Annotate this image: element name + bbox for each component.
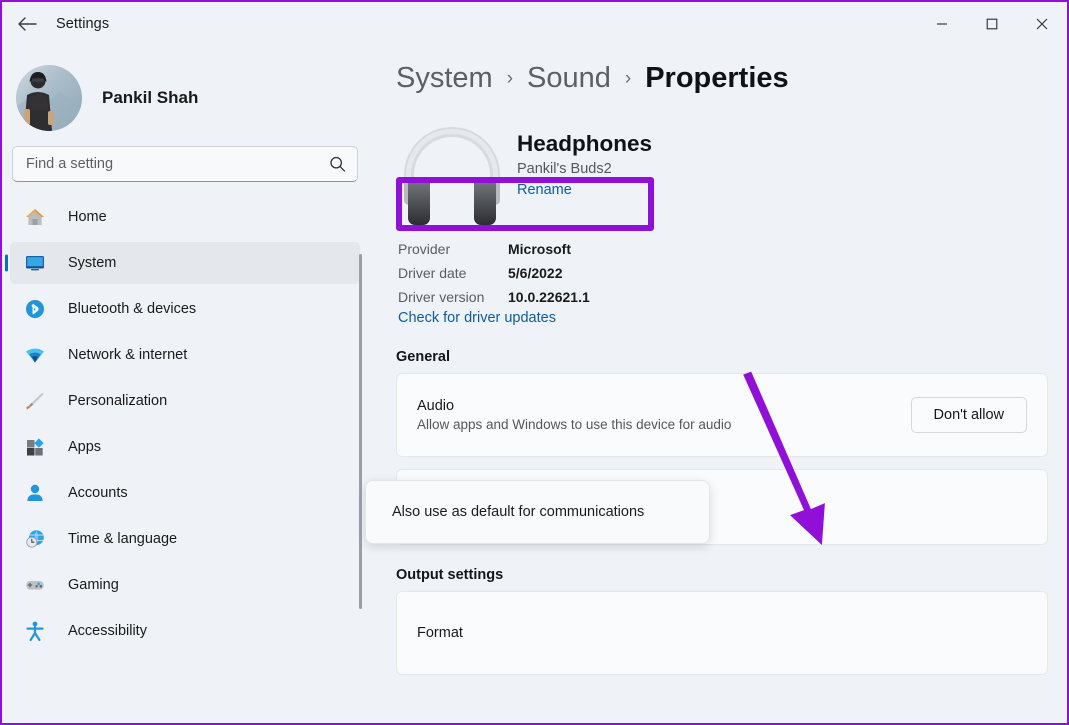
driver-row: Provider Microsoft [398,237,1069,261]
apps-icon [22,435,48,459]
profile-section[interactable]: Pankil Shah [2,46,368,136]
network-icon [22,343,48,367]
sidebar-scrollbar[interactable] [359,254,362,609]
sidebar-item-label: Gaming [68,577,119,593]
avatar [16,65,82,131]
settings-window: Settings [0,0,1069,725]
rename-link[interactable]: Rename [517,182,572,198]
sidebar-item-label: Home [68,209,107,225]
communications-tooltip: Also use as default for communications [365,480,710,544]
sidebar-item-gaming[interactable]: Gaming [10,564,360,606]
title-bar: Settings [2,2,1067,46]
device-subtitle: Pankil's Buds2 [517,161,652,177]
driver-value: Microsoft [508,241,571,257]
sidebar-item-label: Bluetooth & devices [68,301,196,317]
check-driver-updates-link[interactable]: Check for driver updates [398,310,556,326]
sidebar-item-personalization[interactable]: Personalization [10,380,360,422]
breadcrumb: System › Sound › Properties [368,46,1069,95]
driver-row: Driver date 5/6/2022 [398,261,1069,285]
page-title: Properties [645,62,788,95]
audio-card: Audio Allow apps and Windows to use this… [396,373,1048,457]
sidebar-item-accessibility[interactable]: Accessibility [10,610,360,652]
tooltip-text: Also use as default for communications [392,504,644,520]
app-title: Settings [56,16,109,32]
device-summary: Headphones Pankil's Buds2 Rename [368,95,1069,229]
sidebar-item-label: Network & internet [68,347,187,363]
window-controls [917,2,1067,46]
back-button[interactable] [8,9,46,39]
dont-allow-button[interactable]: Don't allow [911,397,1027,433]
sidebar-item-network-internet[interactable]: Network & internet [10,334,360,376]
close-button[interactable] [1017,2,1067,46]
gamepad-icon [22,573,48,597]
sidebar-item-label: Apps [68,439,101,455]
driver-value: 5/6/2022 [508,265,563,281]
breadcrumb-system[interactable]: System [396,62,493,95]
device-meta: Headphones Pankil's Buds2 Rename [517,121,652,229]
format-card: Format [396,591,1048,675]
system-icon [22,251,48,275]
device-name: Headphones [517,131,652,157]
audio-subtitle: Allow apps and Windows to use this devic… [417,417,911,432]
search-input[interactable] [13,156,357,172]
driver-key: Driver version [398,289,508,305]
audio-card-text: Audio Allow apps and Windows to use this… [417,398,911,432]
bluetooth-icon [22,297,48,321]
sidebar: Pankil Shah [2,46,368,725]
driver-key: Provider [398,241,508,257]
account-icon [22,481,48,505]
sidebar-item-label: Accounts [68,485,128,501]
sidebar-item-label: Accessibility [68,623,147,639]
maximize-button[interactable] [967,2,1017,46]
format-card-text: Format [417,625,1027,641]
driver-key: Driver date [398,265,508,281]
sidebar-item-home[interactable]: Home [10,196,360,238]
sidebar-item-system[interactable]: System [10,242,360,284]
format-title: Format [417,625,1027,641]
sidebar-item-time-language[interactable]: Time & language [10,518,360,560]
main-content: System › Sound › Properties [368,46,1069,725]
sidebar-nav: Home System [2,196,368,725]
breadcrumb-separator-icon: › [625,68,631,90]
search-section [2,136,368,182]
accessibility-icon [22,619,48,643]
driver-value: 10.0.22621.1 [508,289,590,305]
minimize-button[interactable] [917,2,967,46]
sidebar-item-accounts[interactable]: Accounts [10,472,360,514]
driver-row: Driver version 10.0.22621.1 [398,285,1069,309]
sidebar-item-label: Personalization [68,393,167,409]
breadcrumb-sound[interactable]: Sound [527,62,611,95]
output-settings-heading: Output settings [396,567,1069,583]
sidebar-item-bluetooth-devices[interactable]: Bluetooth & devices [10,288,360,330]
general-heading: General [396,349,1069,365]
profile-name: Pankil Shah [102,88,198,108]
clock-globe-icon [22,527,48,551]
search-icon [329,156,346,173]
paintbrush-icon [22,389,48,413]
audio-title: Audio [417,398,911,414]
sidebar-item-label: System [68,255,116,271]
headphones-icon [392,121,517,229]
home-icon [22,205,48,229]
sidebar-item-label: Time & language [68,531,177,547]
breadcrumb-separator-icon: › [507,68,513,90]
search-box[interactable] [12,146,358,182]
sidebar-item-apps[interactable]: Apps [10,426,360,468]
driver-info: Provider Microsoft Driver date 5/6/2022 … [398,237,1069,327]
